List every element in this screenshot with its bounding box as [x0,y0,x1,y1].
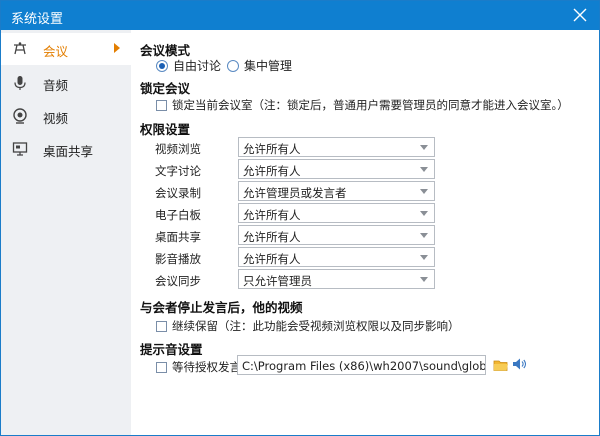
keep-video-checkbox[interactable]: 继续保留（注：此功能会受视频浏览权限以及同步影响） [156,318,460,334]
lock-meeting-checkbox[interactable]: 锁定当前会议室（注：锁定后，普通用户需要管理员的同意才能进入会议室。） [156,97,569,113]
chevron-down-icon [420,255,428,260]
select-value: 允许所有人 [243,252,301,266]
select-value: 允许所有人 [243,142,301,156]
meeting-icon [14,42,26,55]
checkbox-label: 锁定当前会议室（注：锁定后，普通用户需要管理员的同意才能进入会议室。） [172,98,569,112]
perm-label-video-browse: 视频浏览 [155,142,201,156]
select-value: 允许所有人 [243,208,301,222]
close-icon [573,8,587,22]
perm-label-whiteboard: 电子白板 [155,208,201,222]
chevron-down-icon [420,211,428,216]
sidebar-item-desktop-share[interactable]: 桌面共享 [1,133,131,165]
section-video-after-stop-title: 与会者停止发言后，他的视频 [140,300,303,315]
chevron-right-icon [114,43,120,53]
sound-path-input[interactable]: C:\Program Files (x86)\wh2007\sound\glob… [237,355,486,375]
microphone-icon [14,76,26,90]
select-value: 只允许管理员 [243,274,312,288]
chevron-down-icon [420,145,428,150]
sidebar-item-video[interactable]: 视频 [1,100,131,132]
speaker-icon[interactable] [512,357,526,371]
perm-label-meeting-sync: 会议同步 [155,274,201,288]
section-prompt-sound-title: 提示音设置 [140,342,203,357]
radio-free-discussion[interactable]: 自由讨论 [156,57,221,74]
chevron-down-icon [420,167,428,172]
close-button[interactable] [569,4,591,26]
radio-unchecked-icon [227,59,239,72]
title-bar[interactable]: 系统设置 [1,1,599,30]
perm-select-whiteboard[interactable]: 允许所有人 [238,203,435,223]
radio-label: 自由讨论 [173,59,222,73]
checkbox-icon [156,99,167,111]
radio-checked-icon [156,59,168,72]
sidebar-item-audio[interactable]: 音频 [1,67,131,99]
settings-window: 系统设置 会议 音频 视频 桌面共享 会议模式 自由讨论 集中管理 锁定会议 锁… [0,0,600,436]
radio-central-management[interactable]: 集中管理 [227,57,292,74]
sidebar-item-meeting[interactable]: 会议 [1,33,131,65]
wait-auth-checkbox[interactable]: 等待授权发言 [156,359,241,375]
sidebar-item-label: 桌面共享 [43,144,94,159]
perm-label-text-chat: 文字讨论 [155,164,201,178]
sidebar-item-label: 视频 [43,111,69,126]
perm-select-desktop-share[interactable]: 允许所有人 [238,225,435,245]
select-value: 允许所有人 [243,164,301,178]
perm-label-media-play: 影音播放 [155,252,201,266]
checkbox-icon [156,320,167,332]
perm-label-recording: 会议录制 [155,186,201,200]
sidebar-item-label: 会议 [43,44,69,59]
checkbox-label: 等待授权发言 [172,360,241,374]
desktop-share-icon [12,142,28,156]
perm-label-desktop-share: 桌面共享 [155,230,201,244]
checkbox-icon [156,361,167,373]
chevron-down-icon [420,233,428,238]
select-value: 允许管理员或发言者 [243,186,347,200]
radio-label: 集中管理 [244,59,293,73]
perm-select-media-play[interactable]: 允许所有人 [238,247,435,267]
select-value: 允许所有人 [243,230,301,244]
folder-icon[interactable] [493,358,509,372]
perm-select-meeting-sync[interactable]: 只允许管理员 [238,269,435,289]
sidebar: 会议 音频 视频 桌面共享 [1,30,131,435]
section-lock-meeting-title: 锁定会议 [140,81,191,96]
sidebar-item-label: 音频 [43,78,69,93]
window-title: 系统设置 [11,12,64,27]
perm-select-recording[interactable]: 允许管理员或发言者 [238,181,435,201]
perm-select-video-browse[interactable]: 允许所有人 [238,137,435,157]
perm-select-text-chat[interactable]: 允许所有人 [238,159,435,179]
chevron-down-icon [420,189,428,194]
settings-content: 会议模式 自由讨论 集中管理 锁定会议 锁定当前会议室（注：锁定后，普通用户需要… [131,30,599,435]
camera-icon [13,108,27,124]
section-permissions-title: 权限设置 [140,122,191,137]
chevron-down-icon [420,277,428,282]
checkbox-label: 继续保留（注：此功能会受视频浏览权限以及同步影响） [172,319,460,333]
